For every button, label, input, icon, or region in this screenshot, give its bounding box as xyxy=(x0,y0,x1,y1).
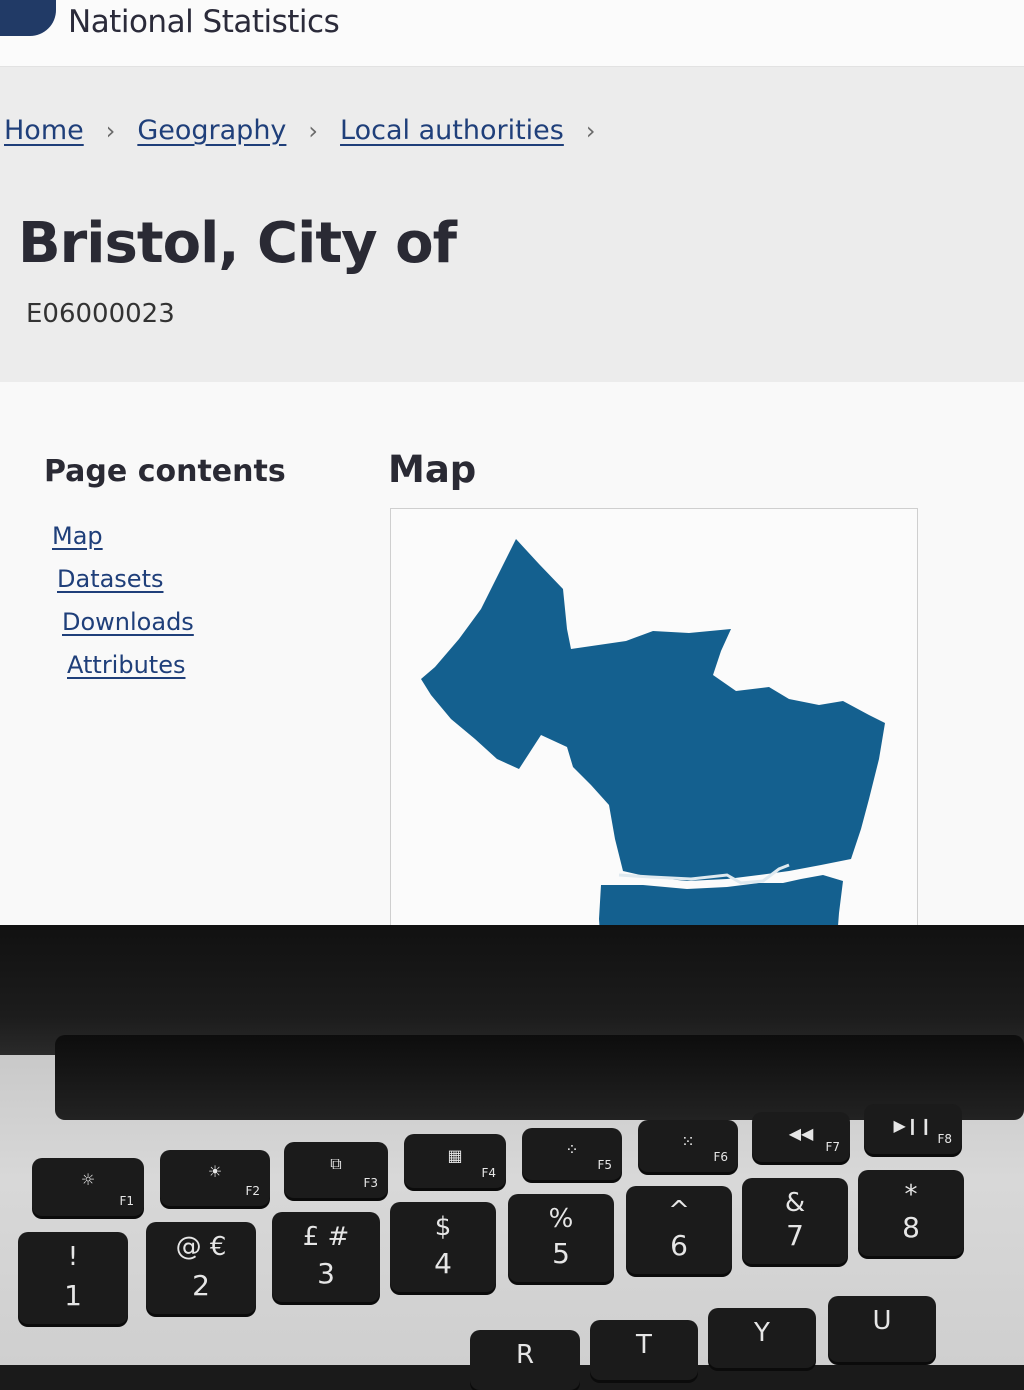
list-item: Attributes xyxy=(52,651,194,694)
key-f4[interactable]: ▦ F4 xyxy=(404,1134,506,1188)
key-f6[interactable]: ⁙ F6 xyxy=(638,1120,738,1172)
list-item: Datasets xyxy=(52,565,194,608)
key-y[interactable]: Y xyxy=(708,1308,816,1368)
key-f1[interactable]: ☼ F1 xyxy=(32,1158,144,1216)
toc-link-map[interactable]: Map xyxy=(52,522,103,550)
page-hero: Home › Geography › Local authorities › B… xyxy=(0,67,1024,382)
key-f2[interactable]: ☀ F2 xyxy=(160,1150,270,1206)
keyboard-light-up-icon: ⁙ xyxy=(681,1132,695,1151)
key-f8[interactable]: ▶❙❙ F8 xyxy=(864,1104,962,1154)
list-item: Downloads xyxy=(52,608,194,651)
breadcrumb-home-link[interactable]: Home xyxy=(4,115,84,146)
geography-code: E06000023 xyxy=(26,299,175,329)
bristol-boundary-map[interactable] xyxy=(391,509,917,975)
laptop-screen: National Statistics Home › Geography › L… xyxy=(0,0,1024,975)
key-f3[interactable]: ⧉ F3 xyxy=(284,1142,388,1198)
key-f5[interactable]: ⁘ F5 xyxy=(522,1128,622,1180)
key-4[interactable]: $ 4 xyxy=(390,1202,496,1292)
key-t[interactable]: T xyxy=(590,1320,698,1380)
breadcrumb-geography-link[interactable]: Geography xyxy=(137,115,286,146)
toc-link-datasets[interactable]: Datasets xyxy=(57,565,164,593)
chevron-right-icon: › xyxy=(308,116,319,145)
mission-control-icon: ⧉ xyxy=(330,1154,342,1173)
brightness-down-icon: ☼ xyxy=(80,1170,96,1189)
ons-logo-icon[interactable] xyxy=(0,0,56,36)
keyboard-light-down-icon: ⁘ xyxy=(565,1140,579,1159)
key-7[interactable]: & 7 xyxy=(742,1178,848,1264)
key-2[interactable]: @ € 2 xyxy=(146,1222,256,1314)
page-contents-heading: Page contents xyxy=(44,454,286,489)
main-content: Page contents Map Datasets Downloads Att… xyxy=(0,382,1024,975)
site-name[interactable]: National Statistics xyxy=(68,4,340,40)
bristol-boundary-shape[interactable] xyxy=(421,539,885,881)
breadcrumb: Home › Geography › Local authorities › xyxy=(4,115,617,146)
key-6[interactable]: ^ 6 xyxy=(626,1186,732,1274)
breadcrumb-local-authorities-link[interactable]: Local authorities xyxy=(340,115,564,146)
list-item: Map xyxy=(52,522,194,565)
key-f7[interactable]: ◀◀ F7 xyxy=(752,1112,850,1162)
chevron-right-icon: › xyxy=(585,116,596,145)
toc-link-downloads[interactable]: Downloads xyxy=(62,608,194,636)
key-3[interactable]: £ # 3 xyxy=(272,1212,380,1302)
page-title: Bristol, City of xyxy=(18,211,457,276)
key-8[interactable]: * 8 xyxy=(858,1170,964,1256)
key-5[interactable]: % 5 xyxy=(508,1194,614,1282)
key-r[interactable]: R xyxy=(470,1330,580,1390)
map-container[interactable] xyxy=(390,508,918,975)
chevron-right-icon: › xyxy=(105,116,116,145)
map-heading: Map xyxy=(388,448,477,491)
launchpad-icon: ▦ xyxy=(447,1146,463,1165)
page-contents-list: Map Datasets Downloads Attributes xyxy=(52,522,194,694)
toc-link-attributes[interactable]: Attributes xyxy=(67,651,185,679)
key-u[interactable]: U xyxy=(828,1296,936,1362)
key-1[interactable]: ! 1 xyxy=(18,1232,128,1324)
brightness-up-icon: ☀ xyxy=(207,1162,223,1181)
site-header: National Statistics xyxy=(0,0,1024,67)
